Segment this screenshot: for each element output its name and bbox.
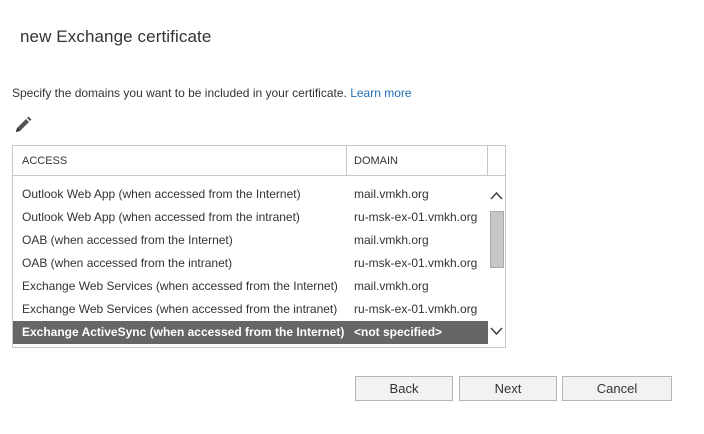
table-row[interactable]: OAB (when accessed from the intranet) ru… [13, 252, 488, 275]
access-cell: Outlook Web App (when accessed from the … [22, 210, 300, 224]
column-divider [487, 146, 488, 176]
description-text: Specify the domains you want to be inclu… [12, 86, 347, 100]
pencil-icon[interactable] [13, 115, 33, 135]
cancel-button[interactable]: Cancel [562, 376, 672, 401]
table-row[interactable]: Exchange Web Services (when accessed fro… [13, 275, 488, 298]
domain-cell: ru-msk-ex-01.vmkh.org [354, 256, 478, 270]
back-button[interactable]: Back [355, 376, 453, 401]
domain-cell: <not specified> [354, 325, 443, 339]
grid-header: ACCESS DOMAIN [13, 146, 505, 176]
vertical-scrollbar[interactable] [488, 183, 505, 343]
domain-cell: mail.vmkh.org [354, 187, 429, 201]
column-divider [346, 146, 347, 176]
domain-cell: ru-msk-ex-01.vmkh.org [354, 302, 478, 316]
column-header-domain[interactable]: DOMAIN [354, 146, 398, 176]
domains-grid: ACCESS DOMAIN Outlook Web App (when acce… [12, 145, 506, 348]
scroll-down-arrow-icon[interactable] [488, 324, 505, 338]
learn-more-link[interactable]: Learn more [350, 86, 411, 100]
domain-cell: mail.vmkh.org [354, 279, 429, 293]
access-cell: OAB (when accessed from the Internet) [22, 233, 233, 247]
table-row[interactable]: Exchange Web Services (when accessed fro… [13, 298, 488, 321]
table-row[interactable]: Outlook Web App (when accessed from the … [13, 206, 488, 229]
domain-cell: mail.vmkh.org [354, 233, 429, 247]
description: Specify the domains you want to be inclu… [12, 86, 412, 100]
domain-cell: ru-msk-ex-01.vmkh.org [354, 210, 478, 224]
column-header-access[interactable]: ACCESS [22, 146, 67, 176]
scroll-up-arrow-icon[interactable] [488, 189, 505, 203]
access-cell: Exchange Web Services (when accessed fro… [22, 279, 338, 293]
table-row[interactable]: OAB (when accessed from the Internet) ma… [13, 229, 488, 252]
grid-rows: Outlook Web App (when accessed from the … [13, 183, 488, 344]
scrollbar-thumb[interactable] [490, 211, 504, 268]
access-cell: Exchange Web Services (when accessed fro… [22, 302, 338, 316]
access-cell: Outlook Web App (when accessed from the … [22, 187, 301, 201]
access-cell: Exchange ActiveSync (when accessed from … [22, 325, 345, 339]
table-row[interactable]: Outlook Web App (when accessed from the … [13, 183, 488, 206]
dialog-title: new Exchange certificate [20, 27, 212, 46]
access-cell: OAB (when accessed from the intranet) [22, 256, 233, 270]
next-button[interactable]: Next [459, 376, 557, 401]
table-row-selected[interactable]: Exchange ActiveSync (when accessed from … [13, 321, 488, 344]
